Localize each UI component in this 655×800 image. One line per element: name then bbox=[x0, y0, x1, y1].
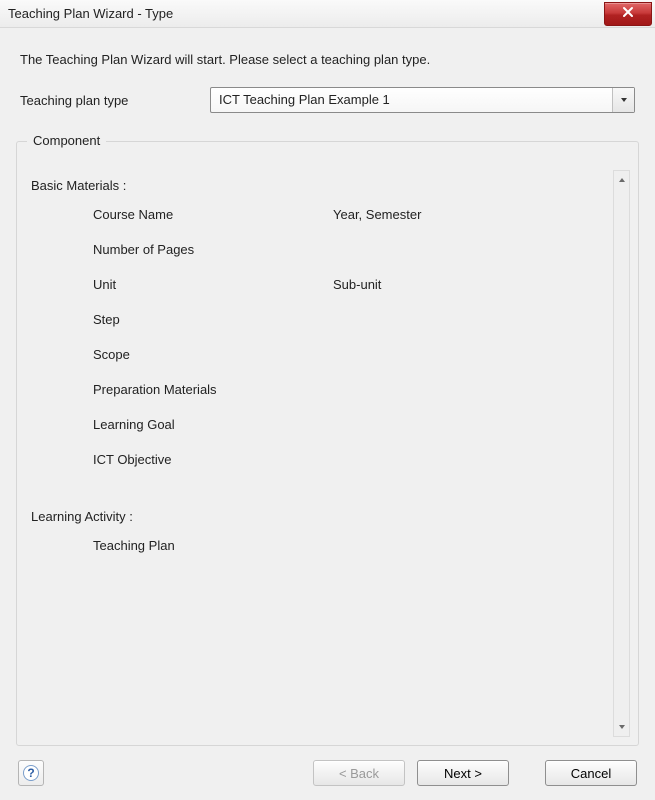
list-item-label: ICT Objective bbox=[93, 452, 333, 467]
list-item-label bbox=[333, 312, 605, 327]
vertical-scrollbar[interactable] bbox=[613, 170, 630, 737]
dialog-body: The Teaching Plan Wizard will start. Ple… bbox=[0, 28, 655, 800]
list-item-label: Step bbox=[93, 312, 333, 327]
list-item-label: Unit bbox=[93, 277, 333, 292]
list-item-label: Scope bbox=[93, 347, 333, 362]
list-item-label bbox=[333, 417, 605, 432]
intro-text: The Teaching Plan Wizard will start. Ple… bbox=[20, 52, 635, 67]
close-icon bbox=[622, 6, 634, 21]
help-icon: ? bbox=[23, 765, 39, 781]
list-item: Teaching Plan bbox=[31, 538, 605, 553]
section-heading-activity: Learning Activity : bbox=[31, 509, 605, 524]
list-item-label: Number of Pages bbox=[93, 242, 333, 257]
component-legend: Component bbox=[27, 133, 106, 148]
type-row: Teaching plan type ICT Teaching Plan Exa… bbox=[20, 87, 635, 113]
list-item: Course Name Year, Semester bbox=[31, 207, 605, 222]
list-item: ICT Objective bbox=[31, 452, 605, 467]
list-item: Preparation Materials bbox=[31, 382, 605, 397]
next-button[interactable]: Next > bbox=[417, 760, 509, 786]
scroll-down-icon bbox=[614, 718, 629, 736]
list-item-label: Sub-unit bbox=[333, 277, 605, 292]
window-title: Teaching Plan Wizard - Type bbox=[8, 6, 173, 21]
dialog-footer: ? < Back Next > Cancel bbox=[16, 746, 639, 800]
teaching-plan-type-select[interactable]: ICT Teaching Plan Example 1 bbox=[210, 87, 635, 113]
list-item-label: Learning Goal bbox=[93, 417, 333, 432]
back-button: < Back bbox=[313, 760, 405, 786]
list-item: Unit Sub-unit bbox=[31, 277, 605, 292]
list-item-label: Course Name bbox=[93, 207, 333, 222]
list-item: Step bbox=[31, 312, 605, 327]
teaching-plan-type-label: Teaching plan type bbox=[20, 93, 210, 108]
list-item-label bbox=[333, 242, 605, 257]
title-bar: Teaching Plan Wizard - Type bbox=[0, 0, 655, 28]
list-item: Learning Goal bbox=[31, 417, 605, 432]
cancel-button[interactable]: Cancel bbox=[545, 760, 637, 786]
list-item-label bbox=[333, 382, 605, 397]
wizard-buttons: < Back Next > Cancel bbox=[313, 760, 637, 786]
list-item-label bbox=[333, 347, 605, 362]
list-item-label: Teaching Plan bbox=[93, 538, 333, 553]
scroll-up-icon bbox=[614, 171, 629, 189]
window-close-button[interactable] bbox=[604, 2, 652, 26]
section-heading-basic: Basic Materials : bbox=[31, 178, 605, 193]
help-button[interactable]: ? bbox=[18, 760, 44, 786]
list-item-label: Year, Semester bbox=[333, 207, 605, 222]
select-display: ICT Teaching Plan Example 1 bbox=[210, 87, 635, 113]
component-list: Basic Materials : Course Name Year, Seme… bbox=[29, 170, 609, 737]
list-item: Scope bbox=[31, 347, 605, 362]
list-item-label bbox=[333, 452, 605, 467]
list-item-label bbox=[333, 538, 605, 553]
component-listwrap: Basic Materials : Course Name Year, Seme… bbox=[29, 170, 630, 737]
list-item: Number of Pages bbox=[31, 242, 605, 257]
component-fieldset: Component Basic Materials : Course Name … bbox=[16, 141, 639, 746]
list-item-label: Preparation Materials bbox=[93, 382, 333, 397]
